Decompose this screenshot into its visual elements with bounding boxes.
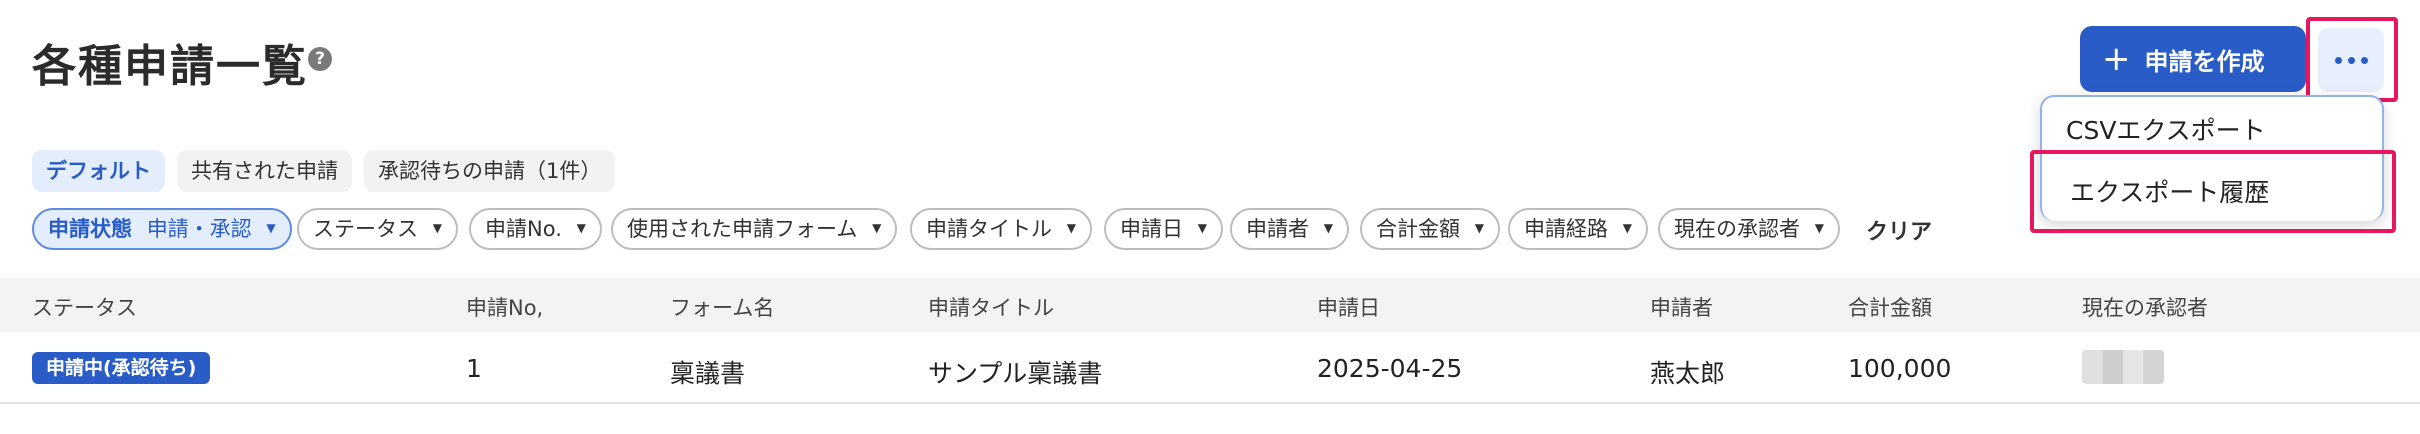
filter-label: ステータス [313, 217, 418, 241]
help-icon[interactable]: ? [308, 47, 332, 71]
cell-request-title: サンプル稟議書 [928, 359, 1103, 388]
column-header-applicant[interactable]: 申請者 [1650, 292, 1713, 322]
view-tab-pending-approval[interactable]: 承認待ちの申請（1件） [364, 150, 616, 192]
column-header-total-amount[interactable]: 合計金額 [1848, 292, 1932, 322]
filter-label: 申請タイトル [926, 217, 1052, 241]
filter-chip-total-amount[interactable]: 合計金額 ▼ [1360, 208, 1500, 250]
column-header-form-name[interactable]: フォーム名 [670, 292, 774, 322]
chevron-down-icon: ▼ [1622, 221, 1632, 235]
clear-filters-link[interactable]: クリア [1866, 214, 1932, 246]
chevron-down-icon: ▼ [576, 221, 586, 235]
column-header-status[interactable]: ステータス [32, 292, 137, 322]
chevron-down-icon: ▼ [1066, 221, 1076, 235]
highlight-more-button [2306, 17, 2398, 102]
cell-request-no: 1 [466, 354, 482, 383]
filter-label: 申請状態 [48, 217, 132, 241]
cell-total-amount: 100,000 [1848, 354, 1952, 383]
column-header-request-no[interactable]: 申請No, [466, 292, 543, 322]
filter-label: 合計金額 [1376, 217, 1460, 241]
highlight-export-history [2030, 150, 2396, 233]
table-header: ステータス 申請No, フォーム名 申請タイトル 申請日 申請者 合計金額 現在… [0, 278, 2420, 332]
cell-applicant: 燕太郎 [1650, 359, 1726, 388]
chevron-down-icon: ▼ [266, 221, 276, 235]
view-tab-default[interactable]: デフォルト [32, 150, 165, 192]
status-badge: 申請中(承認待ち) [32, 352, 211, 384]
filter-label: 現在の承認者 [1674, 217, 1800, 241]
column-header-request-date[interactable]: 申請日 [1317, 292, 1380, 322]
view-tab-shared[interactable]: 共有された申請 [177, 150, 352, 192]
filter-chip-request-no[interactable]: 申請No. ▼ [469, 208, 602, 250]
filter-chip-request-date[interactable]: 申請日 ▼ [1104, 208, 1223, 250]
filter-chip-applicant[interactable]: 申請者 ▼ [1230, 208, 1349, 250]
chevron-down-icon: ▼ [1323, 221, 1333, 235]
filter-label: 使用された申請フォーム [627, 217, 858, 241]
cell-form-name: 稟議書 [670, 359, 746, 388]
menu-item-csv-export[interactable]: CSVエクスポート [2066, 111, 2266, 147]
chevron-down-icon: ▼ [1197, 221, 1207, 235]
chevron-down-icon: ▼ [872, 221, 882, 235]
chevron-down-icon: ▼ [432, 221, 442, 235]
filter-label: 申請経路 [1524, 217, 1608, 241]
chevron-down-icon: ▼ [1814, 221, 1824, 235]
approver-avatar [2082, 350, 2164, 384]
filter-chip-status[interactable]: ステータス ▼ [297, 208, 458, 250]
filter-value: 申請・承認 [146, 217, 252, 241]
page-title: 各種申請一覧 [32, 41, 308, 92]
create-request-label: 申請を作成 [2144, 47, 2265, 76]
chevron-down-icon: ▼ [1474, 221, 1484, 235]
filter-chip-request-title[interactable]: 申請タイトル ▼ [910, 208, 1092, 250]
column-header-request-title[interactable]: 申請タイトル [928, 292, 1054, 322]
filter-chip-form-used[interactable]: 使用された申請フォーム ▼ [611, 208, 898, 250]
filter-chip-request-state[interactable]: 申請状態 申請・承認 ▼ [32, 208, 292, 250]
column-header-current-approver[interactable]: 現在の承認者 [2082, 292, 2208, 322]
filter-chip-current-approver[interactable]: 現在の承認者 ▼ [1658, 208, 1840, 250]
filter-label: 申請No. [485, 217, 562, 241]
cell-request-date: 2025-04-25 [1317, 354, 1463, 383]
table-row[interactable]: 申請中(承認待ち) 1 稟議書 サンプル稟議書 2025-04-25 燕太郎 1… [0, 332, 2420, 404]
create-request-button[interactable]: + 申請を作成 [2080, 26, 2306, 92]
filter-label: 申請者 [1246, 217, 1309, 241]
filter-chip-approval-route[interactable]: 申請経路 ▼ [1508, 208, 1648, 250]
plus-icon: + [2102, 39, 2131, 79]
filter-label: 申請日 [1120, 217, 1183, 241]
